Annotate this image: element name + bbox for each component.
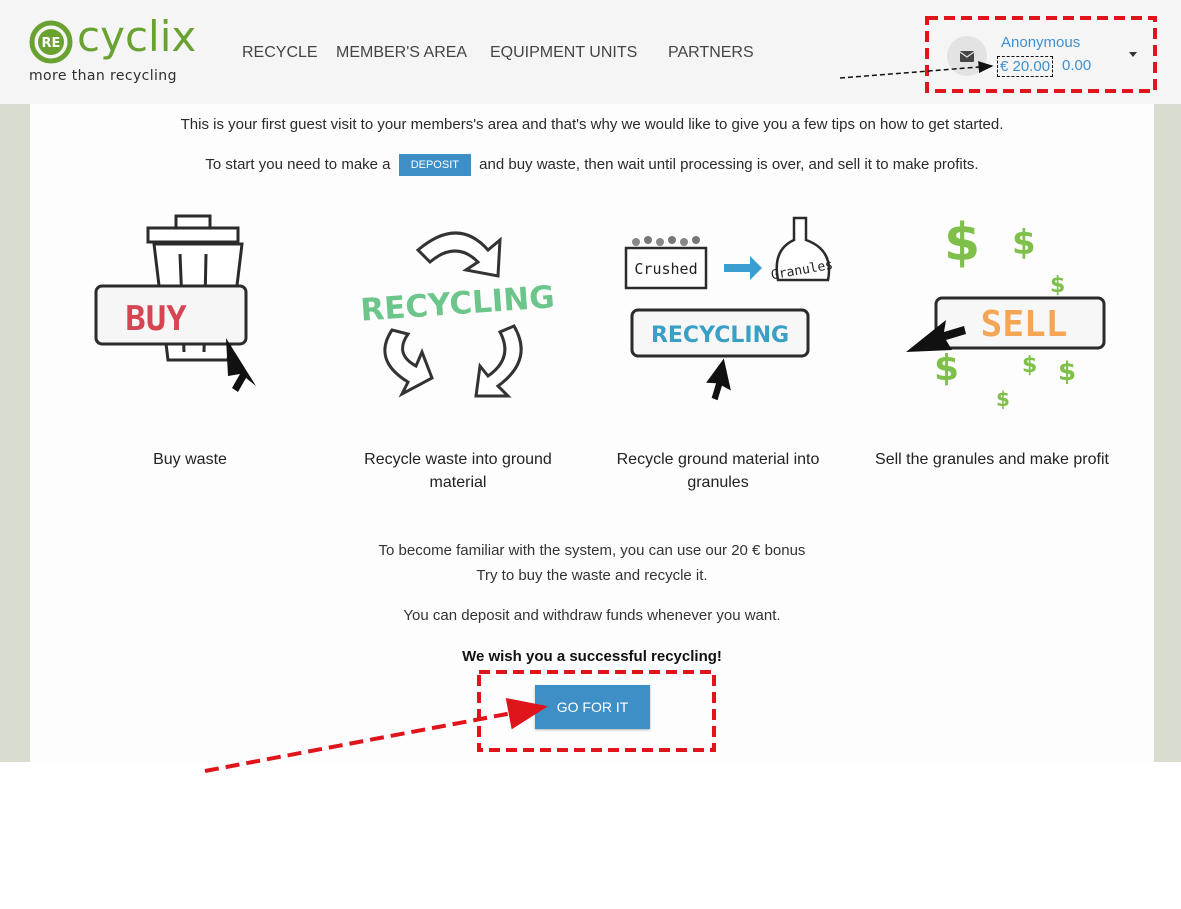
funds-info: You can deposit and withdraw funds whene… <box>403 607 781 624</box>
brand-tagline: more than recycling <box>29 68 177 84</box>
logo[interactable]: RE cyclix more than recycling <box>29 12 219 88</box>
intro-text-before: To start you need to make a <box>205 155 391 173</box>
logo-mark-icon: RE <box>29 20 73 64</box>
account-balance: 0.00 <box>1062 57 1092 74</box>
arrow-right-icon <box>724 256 762 280</box>
step-1-caption: Buy waste <box>153 451 227 468</box>
cursor-icon <box>226 338 256 392</box>
try-info: Try to buy the waste and recycle it. <box>476 567 708 584</box>
svg-text:$: $ <box>1050 273 1065 298</box>
navbar: RE cyclix more than recycling RECYCLE ME… <box>0 0 1181 105</box>
main-panel: This is your first guest visit to your m… <box>30 104 1154 762</box>
deposit-button[interactable]: DEPOSIT <box>398 154 471 176</box>
recycling-text: RECYCLING <box>359 279 556 328</box>
app-screen: RE cyclix more than recycling RECYCLE ME… <box>0 0 1181 762</box>
nav-members-area[interactable]: MEMBER'S AREA <box>336 44 467 62</box>
step-2-caption: Recycle waste into ground material <box>364 451 552 491</box>
wish-text: We wish you a successful recycling! <box>462 648 722 665</box>
svg-text:$: $ <box>996 387 1010 410</box>
step-4-caption: Sell the granules and make profit <box>875 451 1109 468</box>
recycling-button-text: RECYCLING <box>651 323 789 348</box>
intro-line-2: To start you need to make a DEPOSIT and … <box>30 154 1154 176</box>
intro-line-1: This is your first guest visit to your m… <box>180 116 1004 133</box>
cursor-icon <box>706 358 731 401</box>
envelope-icon <box>960 50 974 62</box>
svg-text:$: $ <box>1058 357 1076 387</box>
user-name[interactable]: Anonymous <box>1001 34 1080 51</box>
sell-text: SELL <box>981 304 1068 345</box>
caret-down-icon[interactable] <box>1129 52 1137 57</box>
step-3-caption: Recycle ground material into granules <box>616 451 820 491</box>
svg-text:$: $ <box>1022 353 1037 378</box>
svg-text:$: $ <box>934 348 959 389</box>
svg-text:$: $ <box>944 213 980 273</box>
bonus-balance: € 20.00 <box>997 56 1054 77</box>
logo-mark-text: RE <box>42 36 61 51</box>
granules-icon: Crushed Granules <box>624 216 834 290</box>
messages-button[interactable] <box>947 36 987 76</box>
intro-text-after: and buy waste, then wait until processin… <box>479 155 979 173</box>
nav-equipment-units[interactable]: EQUIPMENT UNITS <box>490 44 637 62</box>
nav-partners[interactable]: PARTNERS <box>668 44 754 62</box>
recycle-waste-illustration: RECYCLING <box>359 231 556 398</box>
buy-text: BUY <box>125 299 187 339</box>
user-menu[interactable]: Anonymous € 20.00 0.00 <box>947 34 1147 78</box>
crushed-label: Crushed <box>634 260 697 278</box>
svg-text:$: $ <box>1012 223 1036 263</box>
go-for-it-button[interactable]: GO FOR IT <box>535 685 650 729</box>
granules-illustration: Crushed Granules RECYCLING <box>624 216 834 401</box>
nav-recycle[interactable]: RECYCLE <box>242 44 318 62</box>
sell-granules-illustration: $ $ $ $ $ $ $ SELL <box>906 213 1106 410</box>
buy-waste-illustration: BUY <box>94 214 256 392</box>
brand-name: cyclix <box>77 12 197 61</box>
bonus-info: To become familiar with the system, you … <box>378 542 806 559</box>
